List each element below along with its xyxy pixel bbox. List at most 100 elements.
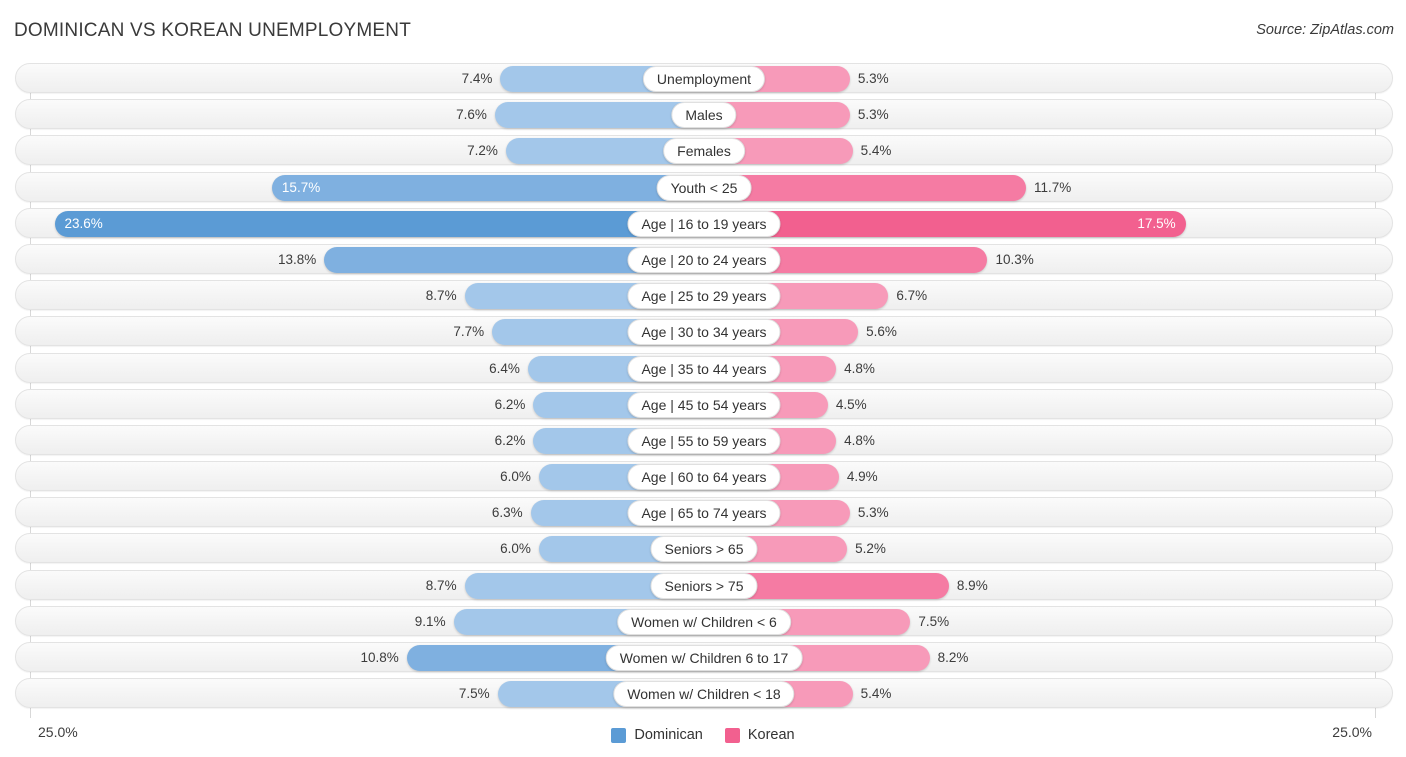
row-left-half: 7.4% — [16, 64, 704, 92]
category-label: Age | 16 to 19 years — [627, 210, 781, 237]
row-right-half: 5.3% — [704, 498, 1392, 527]
legend-item[interactable]: Korean — [724, 727, 795, 743]
row-left-half: 6.4% — [16, 354, 704, 382]
value-label-dominican: 9.1% — [414, 613, 446, 629]
value-label-dominican: 7.2% — [467, 143, 498, 159]
row-left-half: 13.8% — [16, 245, 704, 273]
value-label-korean: 4.9% — [846, 469, 878, 485]
table-row: 6.2% 4.5% Age | 45 to 54 years — [15, 388, 1393, 419]
chart-legend: Dominican Korean — [0, 727, 1406, 743]
bar-korean — [704, 174, 1026, 201]
value-label-dominican: 15.7% — [281, 179, 321, 195]
row-left-half: 15.7% — [16, 173, 704, 201]
row-right-half: 8.9% — [704, 571, 1392, 599]
row-right-half: 17.5% — [704, 209, 1392, 237]
value-label-korean: 7.5% — [918, 613, 950, 629]
category-label: Seniors > 75 — [650, 572, 758, 599]
row-left-half: 6.2% — [16, 390, 704, 418]
value-label-korean: 5.4% — [860, 143, 892, 159]
legend-swatch-icon — [611, 727, 627, 743]
value-label-dominican: 13.8% — [277, 251, 317, 267]
table-row: 6.2% 4.8% Age | 55 to 59 years — [15, 424, 1393, 455]
category-label: Seniors > 65 — [650, 536, 758, 563]
row-right-half: 4.8% — [704, 426, 1392, 454]
category-label: Age | 65 to 74 years — [627, 500, 781, 527]
table-row: 7.2% 5.4% Females — [15, 135, 1393, 166]
row-right-half: 5.3% — [704, 100, 1392, 129]
value-label-korean: 5.3% — [857, 107, 889, 123]
row-right-half: 8.2% — [704, 643, 1392, 671]
table-row: 6.3% 5.3% Age | 65 to 74 years — [15, 497, 1393, 528]
value-label-dominican: 6.2% — [494, 432, 526, 448]
table-row: 7.7% 5.6% Age | 30 to 34 years — [15, 316, 1393, 347]
table-row: 6.0% 4.9% Age | 60 to 64 years — [15, 461, 1393, 492]
value-label-dominican: 6.4% — [489, 360, 520, 376]
value-label-dominican: 7.5% — [458, 686, 490, 702]
row-left-half: 7.5% — [16, 679, 704, 708]
row-left-half: 10.8% — [16, 643, 704, 671]
table-row: 9.1% 7.5% Women w/ Children < 6 — [15, 605, 1393, 636]
value-label-korean: 6.7% — [896, 288, 928, 304]
category-label: Age | 35 to 44 years — [627, 355, 781, 382]
value-label-dominican: 6.2% — [494, 396, 526, 412]
row-right-half: 10.3% — [704, 245, 1392, 273]
value-label-dominican: 8.7% — [425, 577, 457, 593]
row-left-half: 8.7% — [16, 571, 704, 599]
value-label-korean: 5.4% — [860, 686, 892, 702]
table-row: 23.6% 17.5% Age | 16 to 19 years — [15, 207, 1393, 238]
row-right-half: 11.7% — [704, 173, 1392, 201]
legend-label: Korean — [747, 727, 795, 743]
table-row: 6.0% 5.2% Seniors > 65 — [15, 533, 1393, 564]
row-right-half: 4.8% — [704, 354, 1392, 382]
category-label: Women w/ Children < 6 — [617, 608, 791, 635]
row-right-half: 7.5% — [704, 607, 1392, 635]
category-label: Women w/ Children < 18 — [613, 681, 795, 708]
table-row: 7.4% 5.3% Unemployment — [15, 63, 1393, 93]
table-row: 6.4% 4.8% Age | 35 to 44 years — [15, 352, 1393, 383]
value-label-korean: 11.7% — [1033, 179, 1072, 195]
value-label-korean: 4.8% — [844, 432, 875, 448]
legend-swatch-icon — [724, 727, 740, 743]
row-right-half: 5.2% — [704, 534, 1392, 563]
row-left-half: 6.3% — [16, 498, 704, 527]
row-right-half: 5.6% — [704, 317, 1392, 346]
bar-dominican — [271, 174, 704, 201]
value-label-dominican: 23.6% — [64, 215, 103, 231]
row-left-half: 8.7% — [16, 281, 704, 310]
legend-item[interactable]: Dominican — [611, 727, 703, 743]
row-left-half: 7.7% — [16, 317, 704, 346]
value-label-dominican: 10.8% — [360, 650, 399, 665]
value-label-korean: 17.5% — [1137, 215, 1176, 231]
category-label: Age | 45 to 54 years — [627, 391, 781, 418]
category-label: Age | 60 to 64 years — [627, 464, 781, 491]
row-right-half: 6.7% — [704, 281, 1392, 310]
category-label: Males — [671, 102, 737, 129]
legend-label: Dominican — [634, 727, 703, 743]
category-label: Unemployment — [642, 66, 766, 92]
table-row: 7.5% 5.4% Women w/ Children < 18 — [15, 678, 1393, 709]
category-label: Age | 25 to 29 years — [627, 283, 781, 310]
row-right-half: 4.5% — [704, 390, 1392, 418]
page-title: DOMINICAN VS KOREAN UNEMPLOYMENT — [14, 20, 412, 41]
row-right-half: 5.4% — [704, 136, 1392, 165]
table-row: 15.7% 11.7% Youth < 25 — [15, 171, 1393, 202]
value-label-korean: 8.9% — [956, 577, 988, 593]
table-row: 13.8% 10.3% Age | 20 to 24 years — [15, 243, 1393, 274]
chart-root: DOMINICAN VS KOREAN UNEMPLOYMENT Source:… — [0, 0, 1406, 757]
source-attribution: Source: ZipAtlas.com — [1256, 22, 1394, 38]
value-label-korean: 8.2% — [937, 650, 969, 665]
row-left-half: 9.1% — [16, 607, 704, 635]
row-left-half: 6.2% — [16, 426, 704, 454]
value-label-korean: 10.3% — [995, 251, 1034, 267]
category-label: Age | 30 to 34 years — [627, 319, 781, 346]
row-right-half: 5.3% — [704, 64, 1392, 92]
bar-dominican — [54, 210, 704, 237]
category-label: Age | 20 to 24 years — [627, 246, 781, 273]
value-label-dominican: 7.4% — [461, 71, 493, 86]
row-left-half: 7.6% — [16, 100, 704, 129]
value-label-dominican: 6.0% — [500, 541, 531, 557]
chart-rows: 7.4% 5.3% Unemployment 7.6% 5.3% Males 7.2% 5.4… — [15, 63, 1393, 714]
value-label-dominican: 8.7% — [425, 288, 457, 304]
row-left-half: 6.0% — [16, 534, 704, 563]
value-label-korean: 5.3% — [857, 505, 889, 521]
